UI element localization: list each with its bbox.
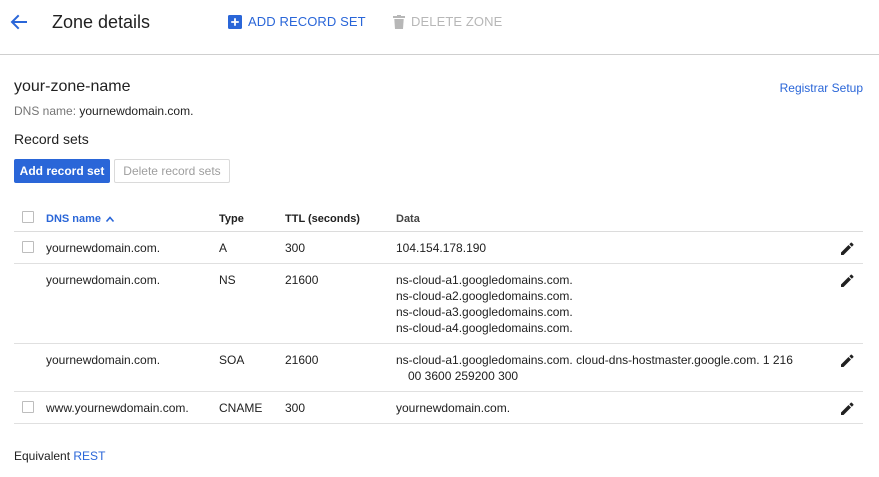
add-record-set-header-label: ADD RECORD SET <box>248 14 366 29</box>
ttl-cell: 300 <box>285 241 306 255</box>
zone-name: your-zone-name <box>14 78 131 95</box>
back-arrow-icon[interactable] <box>9 12 29 32</box>
registrar-setup-link[interactable]: Registrar Setup <box>780 81 863 95</box>
data-value: 00 3600 259200 300 <box>408 369 519 383</box>
data-cell: 104.154.178.190 <box>396 240 486 256</box>
page-title: Zone details <box>52 12 151 32</box>
type-cell: A <box>219 241 228 255</box>
equivalent-rest-footer: Equivalent REST <box>14 449 105 463</box>
dns-name-line: DNS name: yournewdomain.com. <box>14 104 193 118</box>
data-value: ns-cloud-a1.googledomains.com. <box>396 273 573 287</box>
column-header-dns-name-label: DNS name <box>46 213 102 225</box>
top-bar: Zone details ADD RECORD SET DELETE ZONE <box>0 0 879 55</box>
delete-zone-label: DELETE ZONE <box>411 14 503 29</box>
dns-name-cell: yournewdomain.com. <box>46 241 161 255</box>
edit-pencil-icon[interactable] <box>840 274 854 288</box>
delete-record-sets-button[interactable]: Delete record sets <box>114 159 230 183</box>
row-checkbox[interactable] <box>22 401 34 413</box>
data-cell: yournewdomain.com. <box>396 400 510 416</box>
data-value: ns-cloud-a4.googledomains.com. <box>396 321 573 335</box>
ttl-cell: 300 <box>285 401 306 415</box>
trash-icon <box>393 14 405 29</box>
record-sets-title: Record sets <box>14 131 89 147</box>
table-row[interactable]: yournewdomain.com. SOA 21600 ns-cloud-a1… <box>14 344 863 392</box>
column-header-type[interactable]: Type <box>219 213 244 225</box>
column-header-dns-name[interactable]: DNS name <box>46 213 115 225</box>
add-record-set-button[interactable]: Add record set <box>14 159 110 183</box>
edit-pencil-icon[interactable] <box>840 402 854 416</box>
type-cell: CNAME <box>219 401 263 415</box>
column-header-data: Data <box>396 213 420 225</box>
dns-name-cell: yournewdomain.com. <box>46 273 161 287</box>
rest-link[interactable]: REST <box>73 449 105 463</box>
table-row[interactable]: www.yournewdomain.com. CNAME 300 yournew… <box>14 392 863 424</box>
ttl-cell: 21600 <box>285 353 319 367</box>
add-box-icon <box>228 14 242 29</box>
data-value: ns-cloud-a2.googledomains.com. <box>396 289 573 303</box>
select-all-checkbox[interactable] <box>22 211 34 223</box>
add-record-set-header-button[interactable]: ADD RECORD SET <box>228 14 366 29</box>
type-cell: NS <box>219 273 236 287</box>
delete-zone-button[interactable]: DELETE ZONE <box>393 14 502 29</box>
ttl-cell: 21600 <box>285 273 319 287</box>
table-row[interactable]: yournewdomain.com. NS 21600 ns-cloud-a1.… <box>14 264 863 344</box>
dns-name-label: DNS name: <box>14 104 77 118</box>
record-sets-table: DNS name Type TTL (seconds) Data yournew… <box>14 205 863 424</box>
data-value: ns-cloud-a1.googledomains.com. cloud-dns… <box>396 353 793 367</box>
equivalent-label: Equivalent <box>14 449 71 463</box>
table-header: DNS name Type TTL (seconds) Data <box>14 205 863 232</box>
data-value: ns-cloud-a3.googledomains.com. <box>396 305 573 319</box>
table-row[interactable]: yournewdomain.com. A 300 104.154.178.190 <box>14 232 863 264</box>
dns-name-cell: www.yournewdomain.com. <box>46 401 189 415</box>
data-cell: ns-cloud-a1.googledomains.com. cloud-dns… <box>396 352 793 384</box>
dns-name-value: yournewdomain.com. <box>79 104 194 118</box>
row-checkbox[interactable] <box>22 241 34 253</box>
type-cell: SOA <box>219 353 245 367</box>
data-value: 104.154.178.190 <box>396 241 487 255</box>
dns-name-cell: yournewdomain.com. <box>46 353 161 367</box>
edit-pencil-icon[interactable] <box>840 354 854 368</box>
data-value: yournewdomain.com. <box>396 401 511 415</box>
edit-pencil-icon[interactable] <box>840 242 854 256</box>
column-header-ttl[interactable]: TTL (seconds) <box>285 213 360 225</box>
data-cell: ns-cloud-a1.googledomains.com. ns-cloud-… <box>396 272 573 336</box>
sort-ascending-icon <box>105 216 115 223</box>
